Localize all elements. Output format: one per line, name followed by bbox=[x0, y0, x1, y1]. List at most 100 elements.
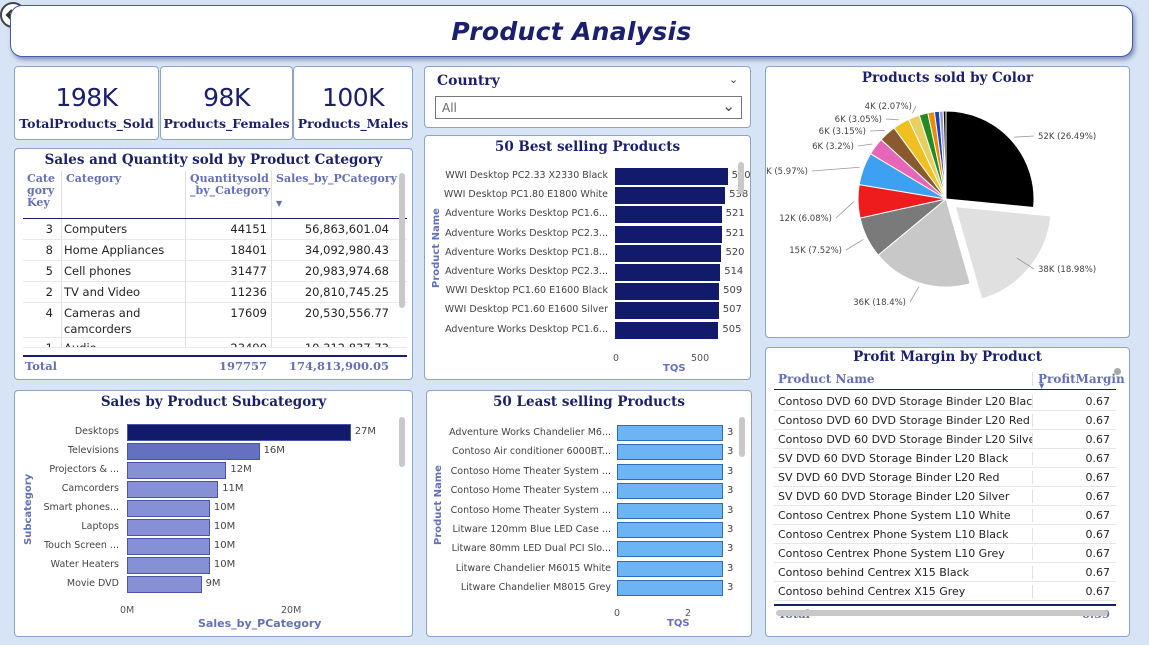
table-row[interactable]: 5 Cell phones 31477 20,983,974.68 bbox=[23, 261, 407, 282]
bar[interactable] bbox=[615, 168, 728, 185]
table-h-scrollbar[interactable] bbox=[776, 610, 1108, 616]
profit-margin-title: Profit Margin by Product bbox=[853, 349, 1042, 365]
category-tick-label: Contoso Air conditioner 6000BT... bbox=[452, 446, 611, 458]
category-table-panel: Sales and Quantity sold by Product Categ… bbox=[14, 148, 413, 380]
leader-line bbox=[909, 286, 920, 303]
header-product-name[interactable]: Product Name bbox=[774, 372, 1032, 386]
bar[interactable] bbox=[615, 302, 719, 320]
chart-scrollbar[interactable] bbox=[738, 162, 744, 194]
slice-label: 12K (5.97%) bbox=[766, 167, 808, 177]
bar[interactable] bbox=[127, 576, 202, 593]
x-tick: 20M bbox=[281, 605, 302, 616]
bar[interactable] bbox=[127, 424, 351, 441]
more-options-icon[interactable] bbox=[1114, 368, 1121, 375]
table-row[interactable]: Contoso DVD 60 DVD Storage Binder L20 Re… bbox=[774, 411, 1116, 430]
bar[interactable] bbox=[617, 425, 723, 441]
cell-qty: 18401 bbox=[185, 240, 271, 260]
data-label: 3 bbox=[727, 504, 734, 516]
table-row[interactable]: Contoso Centrex Phone System L10 White 0.… bbox=[774, 506, 1116, 525]
bar[interactable] bbox=[615, 244, 722, 262]
table-row[interactable]: Contoso DVD 60 DVD Storage Binder L20 Si… bbox=[774, 430, 1116, 449]
cell-profit-margin: 0.67 bbox=[1032, 508, 1112, 522]
category-tick-label: WWI Desktop PC1.60 E1600 Black bbox=[445, 285, 608, 297]
data-label: 514 bbox=[724, 266, 744, 277]
table-row[interactable]: 1 Audio 23490 10,312,837.73 bbox=[23, 338, 407, 348]
header-category-key[interactable]: Cate gory Key bbox=[23, 171, 61, 218]
table-row[interactable]: 3 Computers 44151 56,863,601.04 bbox=[23, 219, 407, 240]
table-row[interactable]: 8 Home Appliances 18401 34,092,980.43 bbox=[23, 240, 407, 261]
cell-product-name: Contoso DVD 60 DVD Storage Binder L20 Bl… bbox=[778, 394, 1032, 408]
slice-label: 12K (6.08%) bbox=[779, 214, 832, 224]
bar[interactable] bbox=[127, 481, 219, 498]
least-selling-title: 50 Least selling Products bbox=[493, 394, 685, 410]
data-label: 16M bbox=[263, 445, 285, 456]
bar[interactable] bbox=[617, 444, 723, 461]
leader-line bbox=[835, 201, 855, 219]
category-tick-label: Adventure Works Desktop PC1.8... bbox=[445, 246, 608, 258]
cell-key: 4 bbox=[45, 306, 53, 320]
color-pie-title: Products sold by Color bbox=[861, 70, 1034, 86]
cell-profit-margin: 0.67 bbox=[1032, 394, 1112, 408]
chart-scrollbar[interactable] bbox=[739, 417, 745, 457]
bar[interactable] bbox=[615, 187, 726, 205]
x-tick: 0 bbox=[613, 353, 620, 364]
bar[interactable] bbox=[127, 538, 210, 555]
country-dropdown[interactable]: All ⌄ bbox=[435, 96, 742, 119]
chart-scrollbar[interactable] bbox=[399, 417, 405, 467]
category-tick-label: Adventure Works Chandelier M6... bbox=[449, 427, 611, 438]
pie-slice[interactable] bbox=[954, 206, 1052, 300]
sort-desc-icon: ▼ bbox=[1039, 382, 1045, 390]
table-body: 3 Computers 44151 56,863,601.04 8 Home Applia… bbox=[23, 219, 407, 348]
data-label: 505 bbox=[722, 323, 742, 335]
cell-product-name: Contoso Centrex Phone System L10 Black bbox=[778, 527, 1009, 541]
table-row[interactable]: Contoso behind Centrex X15 Grey 0.67 bbox=[774, 582, 1116, 601]
header-sales[interactable]: Sales_by_PCategory ▼ bbox=[271, 171, 397, 218]
category-table: Cate gory Key Category Quantitysold _by_… bbox=[23, 171, 407, 348]
bar[interactable] bbox=[617, 502, 723, 519]
table-row[interactable]: SV DVD 60 DVD Storage Binder L20 Silver 0… bbox=[774, 487, 1116, 506]
category-tick-label: Adventure Works Desktop PC1.6... bbox=[445, 323, 608, 335]
table-scrollbar[interactable] bbox=[399, 173, 405, 308]
bar[interactable] bbox=[617, 560, 723, 577]
bar[interactable] bbox=[127, 443, 260, 460]
bar[interactable] bbox=[615, 321, 719, 339]
bar[interactable] bbox=[617, 522, 723, 538]
bar[interactable] bbox=[127, 557, 210, 574]
table-row[interactable]: 4 Cameras and camcorders 17609 20,530,556.7… bbox=[23, 303, 407, 338]
kpi-value: 98K bbox=[203, 83, 250, 112]
table-row[interactable]: SV DVD 60 DVD Storage Binder L20 Black 0.… bbox=[774, 449, 1116, 468]
table-row[interactable]: Contoso Centrex Phone System L10 Grey 0.6… bbox=[774, 544, 1116, 563]
pie-slice[interactable] bbox=[945, 110, 1035, 209]
cell-sales: 20,530,556.77 bbox=[271, 303, 391, 337]
bar[interactable] bbox=[127, 462, 227, 479]
bar[interactable] bbox=[615, 225, 722, 243]
cell-qty: 17609 bbox=[185, 303, 271, 337]
header-qty[interactable]: Quantitysold _by_Category bbox=[185, 171, 271, 218]
table-row[interactable]: Contoso behind Centrex X15 Black 0.67 bbox=[774, 563, 1116, 582]
category-tick-label: Litware 80mm LED Dual PCI Slo... bbox=[451, 543, 611, 555]
cell-key: 2 bbox=[45, 285, 53, 299]
collapse-chevron-icon[interactable]: ⌄ bbox=[729, 73, 738, 86]
bar[interactable] bbox=[615, 206, 722, 224]
table-row[interactable]: Contoso Centrex Phone System L10 Black 0.… bbox=[774, 525, 1116, 544]
cell-category: Home Appliances bbox=[61, 240, 185, 260]
table-row[interactable]: 2 TV and Video 11236 20,810,745.25 bbox=[23, 282, 407, 303]
table-row[interactable]: SV DVD 60 DVD Storage Binder L20 Red 0.67 bbox=[774, 468, 1116, 487]
kpi-products-females: 98K Products_Females bbox=[160, 66, 293, 140]
best-selling-y-axis-title: Product Name bbox=[431, 208, 442, 288]
slice-label: 36K (18.4%) bbox=[853, 298, 906, 308]
bar[interactable] bbox=[127, 519, 210, 536]
bar[interactable] bbox=[127, 500, 210, 517]
subcategory-panel: Sales by Product Subcategory Subcategory… bbox=[14, 390, 413, 637]
data-label: 11M bbox=[222, 483, 244, 494]
cell-qty: 44151 bbox=[185, 219, 271, 239]
bar[interactable] bbox=[617, 580, 723, 597]
bar[interactable] bbox=[617, 483, 723, 500]
bar[interactable] bbox=[615, 264, 721, 281]
bar[interactable] bbox=[617, 463, 723, 480]
table-row[interactable]: Contoso DVD 60 DVD Storage Binder L20 Bl… bbox=[774, 392, 1116, 411]
bar[interactable] bbox=[615, 283, 720, 301]
header-category[interactable]: Category bbox=[61, 171, 185, 218]
data-label: 12M bbox=[230, 464, 252, 475]
bar[interactable] bbox=[617, 541, 723, 558]
